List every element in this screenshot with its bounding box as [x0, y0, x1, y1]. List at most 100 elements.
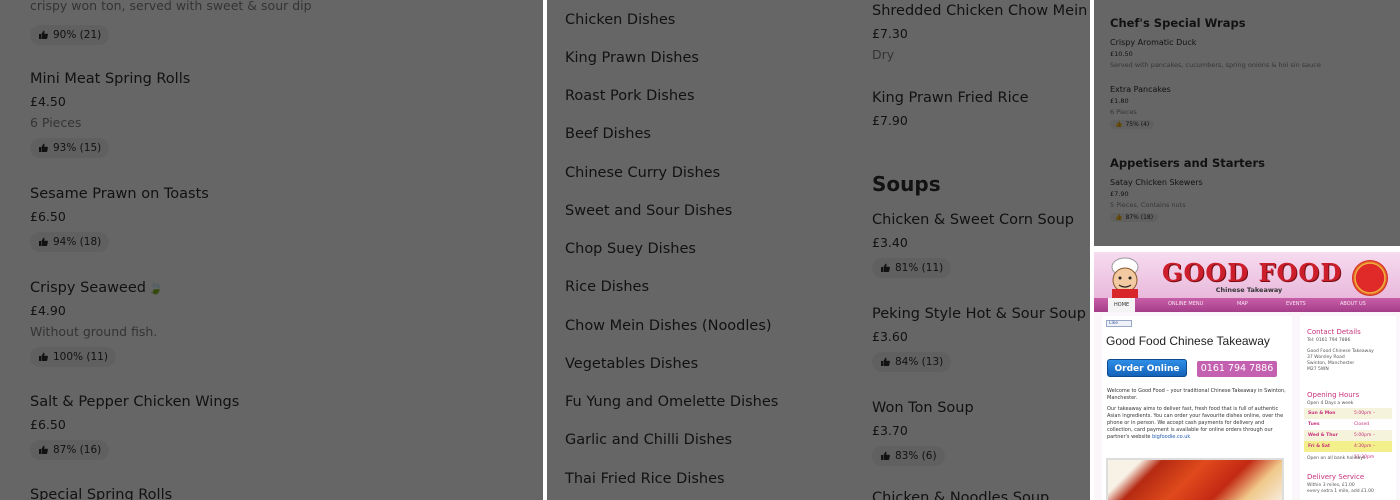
- rating-badge: 90% (21): [30, 25, 110, 45]
- nav-events[interactable]: EVENTS: [1286, 301, 1306, 307]
- category-link[interactable]: Chow Mein Dishes (Noodles): [565, 318, 772, 334]
- category-link[interactable]: Chicken Dishes: [565, 12, 675, 28]
- item-price: £7.30: [872, 26, 908, 41]
- item-name: Won Ton Soup: [872, 400, 974, 416]
- nav-home[interactable]: HOME: [1108, 298, 1136, 312]
- menu-item[interactable]: King Prawn Fried Rice £7.90: [872, 90, 1029, 128]
- menu-item[interactable]: 90% (21): [30, 25, 110, 45]
- category-link[interactable]: Garlic and Chilli Dishes: [565, 432, 732, 448]
- rating-badge: 84% (13): [872, 352, 952, 372]
- rating-badge: 83% (6): [872, 446, 945, 466]
- thumbs-up-icon: [38, 352, 48, 362]
- hours-heading: Opening Hours: [1307, 391, 1360, 399]
- rating-badge: 100% (11): [30, 347, 116, 367]
- item-description: 6 Pieces: [1110, 108, 1137, 116]
- item-price: £3.40: [872, 235, 908, 250]
- site-logo[interactable]: GOOD FOOD: [1162, 258, 1341, 287]
- menu-item[interactable]: Peking Style Hot & Sour Soup £3.60 84% (…: [872, 306, 1086, 372]
- item-price: £7.90: [872, 113, 908, 128]
- menu-item[interactable]: Sesame Prawn on Toasts £6.50 94% (18): [30, 186, 209, 252]
- category-link[interactable]: Beef Dishes: [565, 126, 651, 142]
- nav-about[interactable]: ABOUT US: [1340, 301, 1366, 307]
- contact-tel: Tel: 0161 794 7886: [1307, 338, 1351, 343]
- chef-mascot-icon: [1111, 257, 1139, 298]
- website-preview: GOOD FOOD Chinese Takeaway HOME ONLINE M…: [1094, 252, 1400, 500]
- category-link[interactable]: Vegetables Dishes: [565, 356, 698, 372]
- thumbs-up-icon: [880, 263, 890, 273]
- item-name: Mini Meat Spring Rolls: [30, 71, 191, 87]
- body-paragraph: Our takeaway aims to deliver fast, fresh…: [1107, 406, 1284, 440]
- food-photo: [1106, 458, 1284, 500]
- item-name: King Prawn Fried Rice: [872, 90, 1029, 106]
- category-link[interactable]: Chinese Curry Dishes: [565, 165, 720, 181]
- delivery-text: every extra 1 mile, add £1.00: [1307, 489, 1374, 494]
- menu-panel-starters: crispy won ton, served with sweet & sour…: [0, 0, 543, 500]
- hours-row: Sun & Mon5:00pm – 11:00pm: [1304, 408, 1392, 427]
- thumbs-up-icon: [38, 445, 48, 455]
- category-link[interactable]: Thai Fried Rice Dishes: [565, 471, 725, 487]
- item-description: 5 Pieces, Contains nuts: [1110, 201, 1186, 209]
- contact-heading: Contact Details: [1307, 328, 1361, 336]
- item-name: Crispy Seaweed: [30, 280, 146, 296]
- menu-item[interactable]: Special Spring Rolls: [30, 487, 172, 500]
- thumbs-up-icon: 👍: [1115, 214, 1123, 221]
- item-name: Sesame Prawn on Toasts: [30, 186, 209, 202]
- address-line: M27 5WN: [1307, 367, 1329, 372]
- item-name: Chicken & Sweet Corn Soup: [872, 212, 1075, 228]
- rating-badge: 93% (15): [30, 138, 110, 158]
- category-link[interactable]: Rice Dishes: [565, 279, 649, 295]
- delivery-heading: Delivery Service: [1307, 473, 1365, 481]
- partner-link[interactable]: bigfoodie.co.uk: [1152, 434, 1190, 440]
- rating-badge: 87% (16): [30, 440, 110, 460]
- hours-subtitle: Open 4 Days a week: [1307, 401, 1354, 406]
- thumbs-up-icon: [38, 30, 48, 40]
- item-description: Without ground fish.: [30, 324, 158, 339]
- item-name: Satay Chicken Skewers: [1110, 178, 1203, 187]
- nav-map[interactable]: MAP: [1237, 301, 1248, 307]
- menu-item[interactable]: Crispy Aromatic Duck £10.50 Served with …: [1110, 38, 1321, 69]
- menu-item[interactable]: Crispy Seaweed 🍃 £4.90 Without ground fis…: [30, 280, 163, 367]
- site-navbar: HOME ONLINE MENU MAP EVENTS ABOUT US: [1094, 298, 1400, 312]
- phone-number-button[interactable]: 0161 794 7886: [1197, 361, 1277, 377]
- thumbs-up-icon: [880, 357, 890, 367]
- site-sidebar: Contact Details Tel: 0161 794 7886 Good …: [1300, 316, 1396, 500]
- item-name: Shredded Chicken Chow Mein: [872, 3, 1088, 19]
- rating-badge: 👍 75% (4): [1110, 120, 1155, 129]
- nav-online-menu[interactable]: ONLINE MENU: [1168, 301, 1203, 307]
- page-title: Good Food Chinese Takeaway: [1106, 334, 1270, 348]
- hours-row: Wed & Thur5:00pm – 11:00pm: [1304, 430, 1392, 449]
- rating-badge: 94% (18): [30, 232, 110, 252]
- category-link[interactable]: Sweet and Sour Dishes: [565, 203, 732, 219]
- item-name: Crispy Aromatic Duck: [1110, 38, 1197, 47]
- menu-item[interactable]: Salt & Pepper Chicken Wings £6.50 87% (1…: [30, 394, 239, 460]
- menu-panel-categories: Chicken Dishes King Prawn Dishes Roast P…: [547, 0, 1090, 500]
- item-name: Chicken & Noodles Soup: [872, 490, 1050, 500]
- rating-badge: 81% (11): [872, 258, 952, 278]
- menu-item[interactable]: Won Ton Soup £3.70 83% (6): [872, 400, 974, 466]
- category-link[interactable]: Chop Suey Dishes: [565, 241, 696, 257]
- menu-item[interactable]: Extra Pancakes £1.80 6 Pieces 👍 75% (4): [1110, 85, 1171, 129]
- category-link[interactable]: King Prawn Dishes: [565, 50, 699, 66]
- order-online-button[interactable]: Order Online: [1107, 359, 1187, 377]
- hours-row: Fri & Sat 4:30pm – 11:30pm: [1304, 441, 1392, 460]
- menu-item[interactable]: Mini Meat Spring Rolls £4.50 6 Pieces 93…: [30, 71, 190, 158]
- intro-paragraph: Welcome to Good Food – your traditional …: [1107, 388, 1286, 401]
- category-link[interactable]: Roast Pork Dishes: [565, 88, 695, 104]
- menu-item[interactable]: Shredded Chicken Chow Mein £7.30 Dry: [872, 3, 1087, 62]
- menu-panel-wraps: Chef's Special Wraps Crispy Aromatic Duc…: [1094, 0, 1400, 246]
- item-description: crispy won ton, served with sweet & sour…: [30, 0, 312, 13]
- leaf-icon: 🍃: [147, 281, 163, 295]
- item-price: £4.90: [30, 303, 66, 318]
- menu-item[interactable]: Chicken & Noodles Soup: [872, 490, 1049, 500]
- item-price: £3.60: [872, 329, 908, 344]
- menu-item[interactable]: Chicken & Sweet Corn Soup £3.40 81% (11): [872, 212, 1074, 278]
- item-price: £4.50: [30, 94, 66, 109]
- rating-badge: 👍 87% (18): [1110, 213, 1159, 222]
- item-price: £7.90: [1110, 190, 1129, 198]
- menu-item[interactable]: Satay Chicken Skewers £7.90 5 Pieces, Co…: [1110, 178, 1203, 222]
- facebook-like-button[interactable]: Like: [1106, 320, 1132, 327]
- thumbs-up-icon: [38, 143, 48, 153]
- category-link[interactable]: Fu Yung and Omelette Dishes: [565, 394, 778, 410]
- award-badge-icon: [1352, 260, 1388, 296]
- thumbs-up-icon: 👍: [1115, 121, 1123, 128]
